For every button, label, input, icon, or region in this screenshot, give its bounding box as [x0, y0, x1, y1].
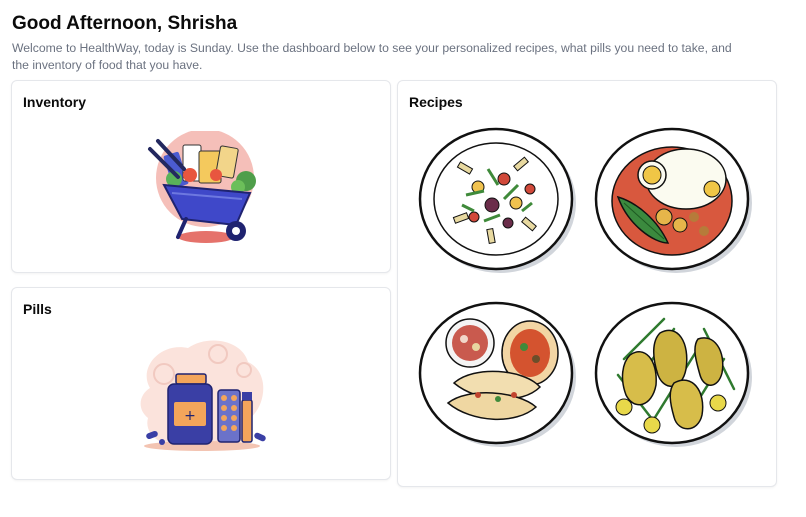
welcome-subtitle: Welcome to HealthWay, today is Sunday. U… [12, 41, 732, 72]
pills-card[interactable]: Pills + [11, 287, 391, 480]
inventory-title: Inventory [23, 94, 87, 110]
page-header: Good Afternoon, Shrisha Welcome to Healt… [12, 12, 792, 74]
pill-bottle-icon: + [140, 340, 266, 451]
shakshuka-plate[interactable] [594, 125, 754, 275]
recipes-title: Recipes [409, 94, 463, 110]
grilled-chicken-beans-plate[interactable] [594, 299, 754, 449]
wheelbarrow-groceries-icon [148, 131, 256, 243]
greeting-title: Good Afternoon, Shrisha [12, 13, 238, 34]
pasta-salad-plate[interactable] [418, 125, 578, 275]
pills-title: Pills [23, 301, 52, 317]
inventory-card[interactable]: Inventory [11, 80, 391, 273]
tacos-plate[interactable] [418, 299, 578, 449]
svg-text:+: + [184, 408, 196, 424]
recipes-card[interactable]: Recipes [397, 80, 777, 487]
